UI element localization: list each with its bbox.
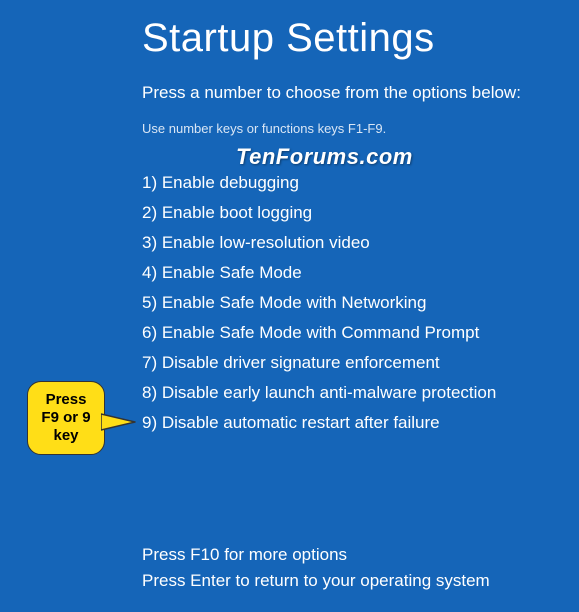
option-3[interactable]: 3) Enable low-resolution video	[142, 228, 579, 258]
footer-line-2: Press Enter to return to your operating …	[142, 568, 490, 594]
option-8[interactable]: 8) Disable early launch anti-malware pro…	[142, 378, 579, 408]
options-list: 1) Enable debugging 2) Enable boot loggi…	[142, 168, 579, 438]
footer-line-1: Press F10 for more options	[142, 542, 490, 568]
callout-line-3: key	[53, 427, 78, 444]
option-5[interactable]: 5) Enable Safe Mode with Networking	[142, 288, 579, 318]
callout-line-1: Press	[46, 391, 87, 408]
option-6[interactable]: 6) Enable Safe Mode with Command Prompt	[142, 318, 579, 348]
page-title: Startup Settings	[142, 16, 579, 61]
hint-text: Use number keys or functions keys F1-F9.	[142, 121, 579, 136]
watermark-text: TenForums.com	[236, 144, 413, 170]
option-2[interactable]: 2) Enable boot logging	[142, 198, 579, 228]
callout-line-2: F9 or 9	[41, 409, 90, 426]
instruction-text: Press a number to choose from the option…	[142, 83, 579, 103]
option-4[interactable]: 4) Enable Safe Mode	[142, 258, 579, 288]
option-1[interactable]: 1) Enable debugging	[142, 168, 579, 198]
footer-instructions: Press F10 for more options Press Enter t…	[142, 542, 490, 594]
callout-bubble: Press F9 or 9 key	[27, 381, 105, 455]
option-9[interactable]: 9) Disable automatic restart after failu…	[142, 408, 579, 438]
option-7[interactable]: 7) Disable driver signature enforcement	[142, 348, 579, 378]
